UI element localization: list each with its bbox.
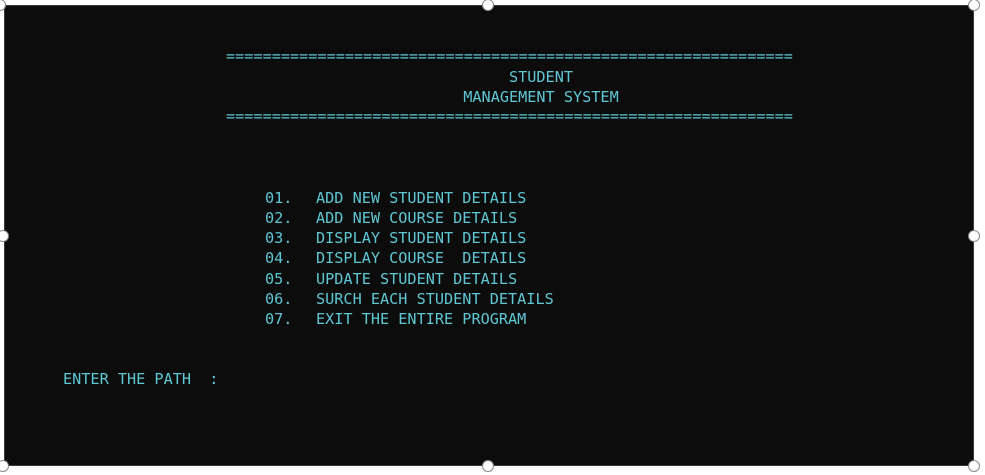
menu-item-3: 03. DISPLAY STUDENT DETAILS [265, 228, 526, 248]
menu-item-4: 04. DISPLAY COURSE DETAILS [265, 248, 526, 268]
console-window[interactable]: ========================================… [4, 5, 974, 466]
menu-item-number: 07. [265, 310, 293, 328]
menu-item-number: 01. [265, 189, 293, 207]
menu-item-label: SURCH EACH STUDENT DETAILS [316, 290, 554, 308]
menu-item-number: 04. [265, 249, 293, 267]
resize-handle-bottom-middle[interactable] [482, 460, 494, 472]
title-student: STUDENT [508, 68, 573, 86]
menu-item-7: 07. EXIT THE ENTIRE PROGRAM [265, 309, 526, 329]
input-prompt: ENTER THE PATH : [63, 370, 219, 388]
menu-item-label: ADD NEW STUDENT DETAILS [316, 189, 527, 207]
menu-item-1: 01. ADD NEW STUDENT DETAILS [265, 188, 526, 208]
top-separator: ========================================… [226, 47, 793, 65]
menu-item-label: EXIT THE ENTIRE PROGRAM [316, 310, 527, 328]
menu-item-6: 06. SURCH EACH STUDENT DETAILS [265, 289, 554, 309]
menu-item-number: 02. [265, 209, 293, 227]
menu-item-label: ADD NEW COURSE DETAILS [316, 209, 518, 227]
resize-handle-bottom-left[interactable] [0, 460, 9, 472]
bottom-separator: ========================================… [226, 107, 793, 125]
title-management-system: MANAGEMENT SYSTEM [463, 88, 619, 106]
menu-item-5: 05. UPDATE STUDENT DETAILS [265, 269, 517, 289]
menu-item-label: DISPLAY COURSE DETAILS [316, 249, 527, 267]
menu-item-number: 05. [265, 270, 293, 288]
menu-item-number: 06. [265, 290, 293, 308]
resize-handle-middle-right[interactable] [968, 230, 980, 242]
screenshot-stage: ========================================… [0, 0, 985, 475]
menu-item-label: UPDATE STUDENT DETAILS [316, 270, 518, 288]
menu-item-number: 03. [265, 229, 293, 247]
resize-handle-bottom-right[interactable] [968, 460, 980, 472]
resize-handle-top-right[interactable] [968, 0, 980, 11]
menu-item-2: 02. ADD NEW COURSE DETAILS [265, 208, 517, 228]
menu-item-label: DISPLAY STUDENT DETAILS [316, 229, 527, 247]
